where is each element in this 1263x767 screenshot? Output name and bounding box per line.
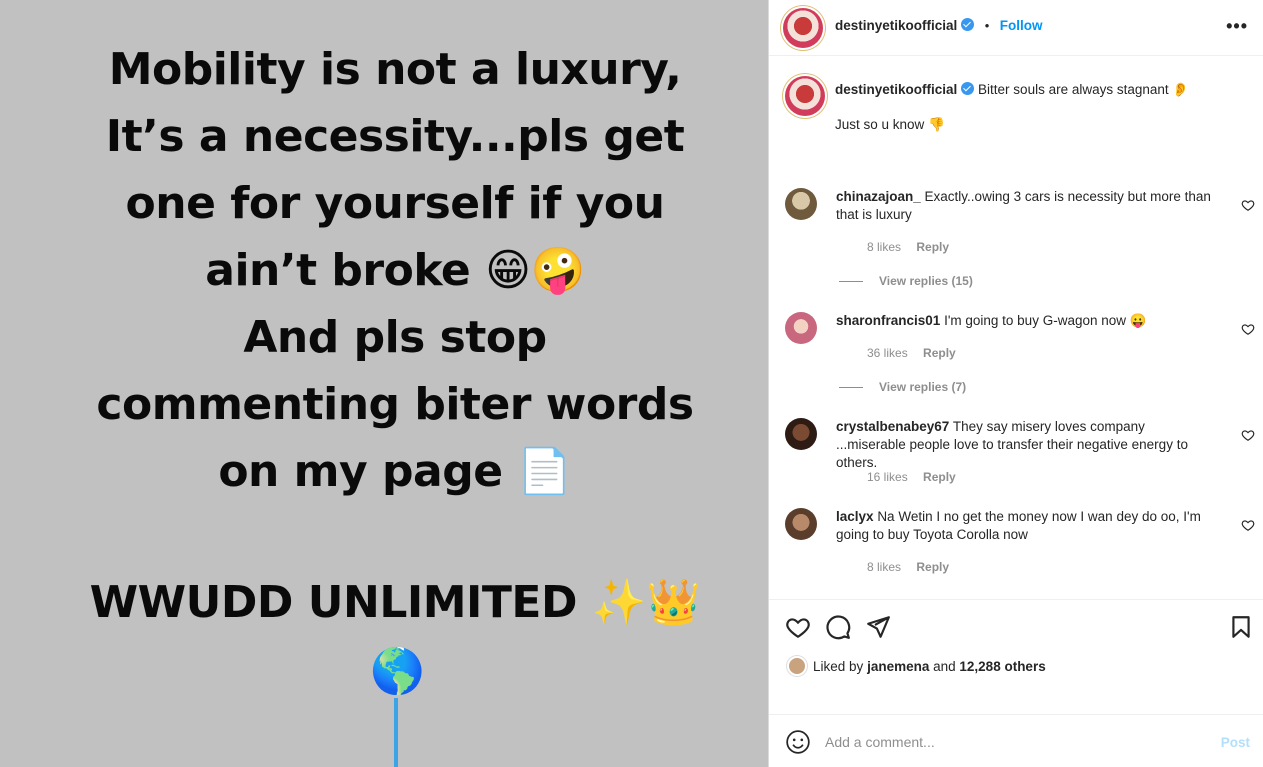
comment-body: chinazajoan_ Exactly..owing 3 cars is ne… bbox=[836, 188, 1216, 224]
reply-button[interactable]: Reply bbox=[923, 346, 956, 360]
like-comment-heart-icon[interactable] bbox=[1241, 322, 1255, 336]
verified-badge-icon bbox=[961, 82, 975, 95]
comments-section[interactable]: destinyetikoofficial Bitter souls are al… bbox=[769, 56, 1263, 599]
separator-dot: • bbox=[984, 18, 990, 33]
view-replies-button[interactable]: View replies (15) bbox=[839, 274, 973, 288]
verified-badge-icon bbox=[961, 18, 975, 31]
share-paper-plane-icon[interactable] bbox=[865, 614, 891, 640]
comment-meta: 8 likes Reply bbox=[867, 240, 961, 254]
view-replies-button[interactable]: View replies (7) bbox=[839, 380, 966, 394]
caption-text: Bitter souls are always stagnant 👂 bbox=[978, 82, 1190, 97]
comment-bubble-icon[interactable] bbox=[825, 614, 851, 640]
header-user-row: destinyetikoofficial • Follow bbox=[835, 17, 1043, 35]
comment-item: laclyx Na Wetin I no get the money now I… bbox=[785, 508, 1255, 588]
liked-by: Liked by janemena and 12,288 others bbox=[787, 656, 1046, 676]
liked-by-others[interactable]: 12,288 others bbox=[959, 659, 1045, 674]
commenter-username[interactable]: sharonfrancis01 bbox=[836, 313, 940, 328]
more-options-icon[interactable]: ••• bbox=[1226, 16, 1248, 37]
comment-meta: 8 likes Reply bbox=[867, 560, 961, 574]
comment-likes[interactable]: 8 likes bbox=[867, 560, 901, 574]
comment-body: crystalbenabey67 They say misery loves c… bbox=[836, 418, 1216, 472]
commenter-username[interactable]: laclyx bbox=[836, 509, 874, 524]
add-comment-input[interactable] bbox=[825, 729, 1205, 755]
comment-text: Na Wetin I no get the money now I wan de… bbox=[836, 509, 1201, 542]
comment-body: sharonfrancis01 I'm going to buy G-wagon… bbox=[836, 312, 1216, 330]
comment-item: sharonfrancis01 I'm going to buy G-wagon… bbox=[785, 312, 1255, 412]
liked-by-prefix: Liked by bbox=[813, 659, 864, 674]
commenter-avatar[interactable] bbox=[785, 312, 817, 344]
caption-second-line: Just so u know 👎 bbox=[835, 117, 945, 132]
add-comment-bar: Post bbox=[769, 714, 1263, 767]
emoji-smiley-icon[interactable] bbox=[785, 729, 811, 755]
image-signature: WWUDD UNLIMITED ✨👑 bbox=[89, 577, 701, 628]
comment-meta: 16 likes Reply bbox=[867, 470, 968, 484]
comment-text: I'm going to buy G-wagon now 😛 bbox=[944, 313, 1147, 328]
caption-avatar[interactable] bbox=[785, 76, 825, 116]
caption-username[interactable]: destinyetikoofficial bbox=[835, 82, 957, 97]
post-comment-button[interactable]: Post bbox=[1221, 735, 1250, 750]
globe-icon: 🌎 bbox=[370, 646, 425, 698]
like-comment-heart-icon[interactable] bbox=[1241, 518, 1255, 532]
reply-button[interactable]: Reply bbox=[916, 240, 949, 254]
image-text-line: It’s a necessity...pls get bbox=[105, 111, 685, 162]
commenter-username[interactable]: chinazajoan_ bbox=[836, 189, 921, 204]
post-image[interactable]: Mobility is not a luxury, It’s a necessi… bbox=[0, 0, 768, 767]
caption-text-row: destinyetikoofficial Bitter souls are al… bbox=[835, 81, 1235, 99]
globe-emoji: 🌎 bbox=[370, 647, 425, 696]
author-avatar[interactable] bbox=[783, 8, 823, 48]
image-text-line: on my page 📄 bbox=[218, 446, 572, 497]
post-image-text: Mobility is not a luxury, It’s a necessi… bbox=[0, 36, 768, 636]
post-actions: Liked by janemena and 12,288 others bbox=[769, 599, 1263, 714]
commenter-username[interactable]: crystalbenabey67 bbox=[836, 419, 949, 434]
comment-item: chinazajoan_ Exactly..owing 3 cars is ne… bbox=[785, 188, 1255, 288]
commenter-avatar[interactable] bbox=[785, 188, 817, 220]
reply-button[interactable]: Reply bbox=[923, 470, 956, 484]
liked-by-avatar[interactable] bbox=[787, 656, 807, 676]
comment-likes[interactable]: 8 likes bbox=[867, 240, 901, 254]
like-comment-heart-icon[interactable] bbox=[1241, 198, 1255, 212]
comment-body: laclyx Na Wetin I no get the money now I… bbox=[836, 508, 1216, 544]
comment-likes[interactable]: 16 likes bbox=[867, 470, 908, 484]
image-text-line: one for yourself if you bbox=[125, 178, 665, 229]
like-comment-heart-icon[interactable] bbox=[1241, 428, 1255, 442]
comment-item: crystalbenabey67 They say misery loves c… bbox=[785, 418, 1255, 498]
like-heart-icon[interactable] bbox=[785, 614, 811, 640]
liked-by-and: and bbox=[933, 659, 956, 674]
image-text-line: And pls stop bbox=[243, 312, 547, 363]
image-text-line: commenting biter words bbox=[96, 379, 694, 430]
image-text-line: Mobility is not a luxury, bbox=[108, 44, 682, 95]
post-header: destinyetikoofficial • Follow ••• bbox=[769, 0, 1263, 56]
follow-button[interactable]: Follow bbox=[1000, 18, 1043, 33]
image-text-line: ain’t broke 😁🤪 bbox=[205, 245, 585, 296]
commenter-avatar[interactable] bbox=[785, 508, 817, 540]
comment-meta: 36 likes Reply bbox=[867, 346, 968, 360]
pin-line bbox=[394, 698, 398, 767]
save-bookmark-icon[interactable] bbox=[1228, 614, 1254, 640]
comment-likes[interactable]: 36 likes bbox=[867, 346, 908, 360]
liked-by-user[interactable]: janemena bbox=[867, 659, 929, 674]
post-sidebar: destinyetikoofficial • Follow ••• destin… bbox=[768, 0, 1263, 767]
commenter-avatar[interactable] bbox=[785, 418, 817, 450]
author-username[interactable]: destinyetikoofficial bbox=[835, 18, 957, 33]
reply-button[interactable]: Reply bbox=[916, 560, 949, 574]
